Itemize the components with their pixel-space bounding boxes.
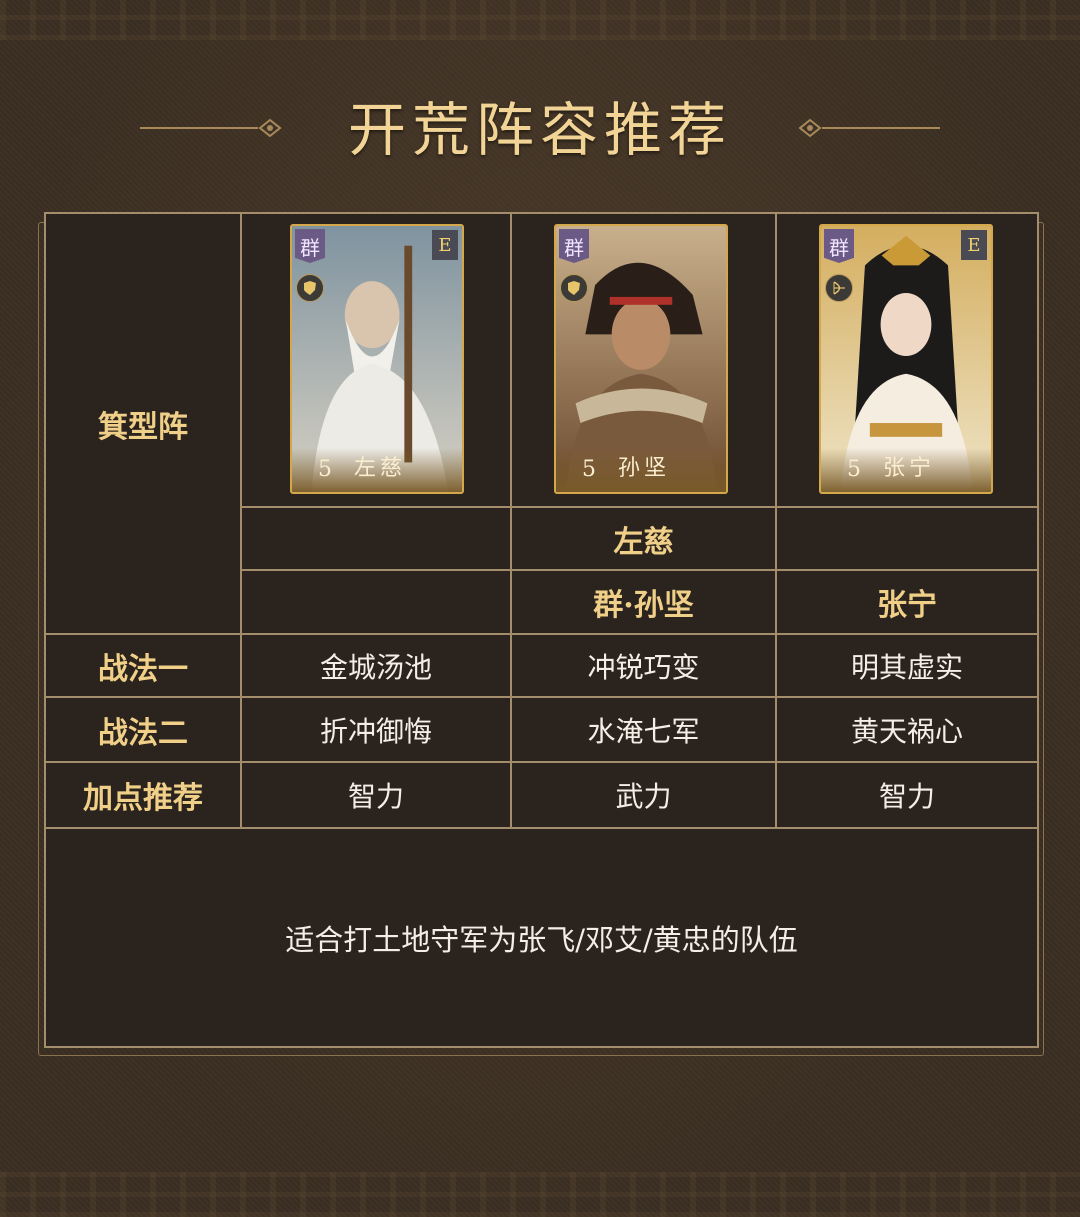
pairing-cell [242, 571, 510, 633]
hero-level: 5 [318, 457, 332, 482]
lineup-note: 适合打土地守军为张飞/邓艾/黄忠的队伍 [285, 922, 798, 957]
attribute-cell: 武力 [615, 780, 672, 813]
skill-cell: 明其虚实 [850, 650, 963, 684]
hero-card[interactable]: 群 5 孙坚 [554, 224, 728, 494]
page-title: 开荒阵容推荐 [347, 96, 732, 164]
shield-icon [296, 274, 324, 302]
shield-icon [560, 274, 588, 302]
bow-icon [825, 274, 853, 302]
top-pattern-border [0, 0, 1080, 40]
attribute-cell: 智力 [347, 780, 404, 813]
row-label-skill-2: 战法二 [98, 715, 188, 751]
hero-card[interactable]: 群 E 5 张宁 [819, 224, 993, 494]
faction-badge: 群 [295, 229, 325, 263]
hero-name: 孙坚 [618, 456, 671, 481]
title-area: 开荒阵容推荐 [0, 90, 1080, 170]
hero-name: 左慈 [354, 456, 407, 481]
pairing-cell [777, 508, 1037, 569]
hero-card[interactable]: 群 E 5 左慈 [290, 224, 464, 494]
skill-cell: 金城汤池 [319, 650, 432, 684]
row-label-skill-1: 战法一 [98, 651, 188, 687]
row-label-attribute: 加点推荐 [83, 781, 203, 816]
hero-name: 张宁 [883, 456, 936, 481]
pairing-cell [242, 508, 510, 569]
rank-badge: E [432, 230, 458, 260]
pairing-cell: 张宁 [877, 588, 937, 623]
pairing-cell: 群·孙坚 [593, 588, 694, 623]
attribute-cell: 智力 [878, 780, 935, 813]
faction-badge: 群 [824, 229, 854, 263]
skill-cell: 折冲御悔 [319, 714, 432, 748]
hero-level: 5 [847, 457, 861, 482]
lineup-table: 箕型阵 群 E 5 左慈 群 5 孙坚 群 E 5 张宁 左慈 群·孙坚 张宁 … [44, 212, 1039, 1048]
skill-cell: 黄天祸心 [850, 714, 963, 748]
skill-cell: 冲锐巧变 [587, 650, 700, 684]
hero-level: 5 [582, 457, 596, 482]
rank-badge: E [961, 230, 987, 260]
pairing-cell: 左慈 [613, 524, 674, 560]
skill-cell: 水淹七军 [587, 714, 700, 748]
faction-badge: 群 [559, 229, 589, 263]
formation-label: 箕型阵 [98, 409, 188, 445]
bottom-pattern-border [0, 1172, 1080, 1217]
